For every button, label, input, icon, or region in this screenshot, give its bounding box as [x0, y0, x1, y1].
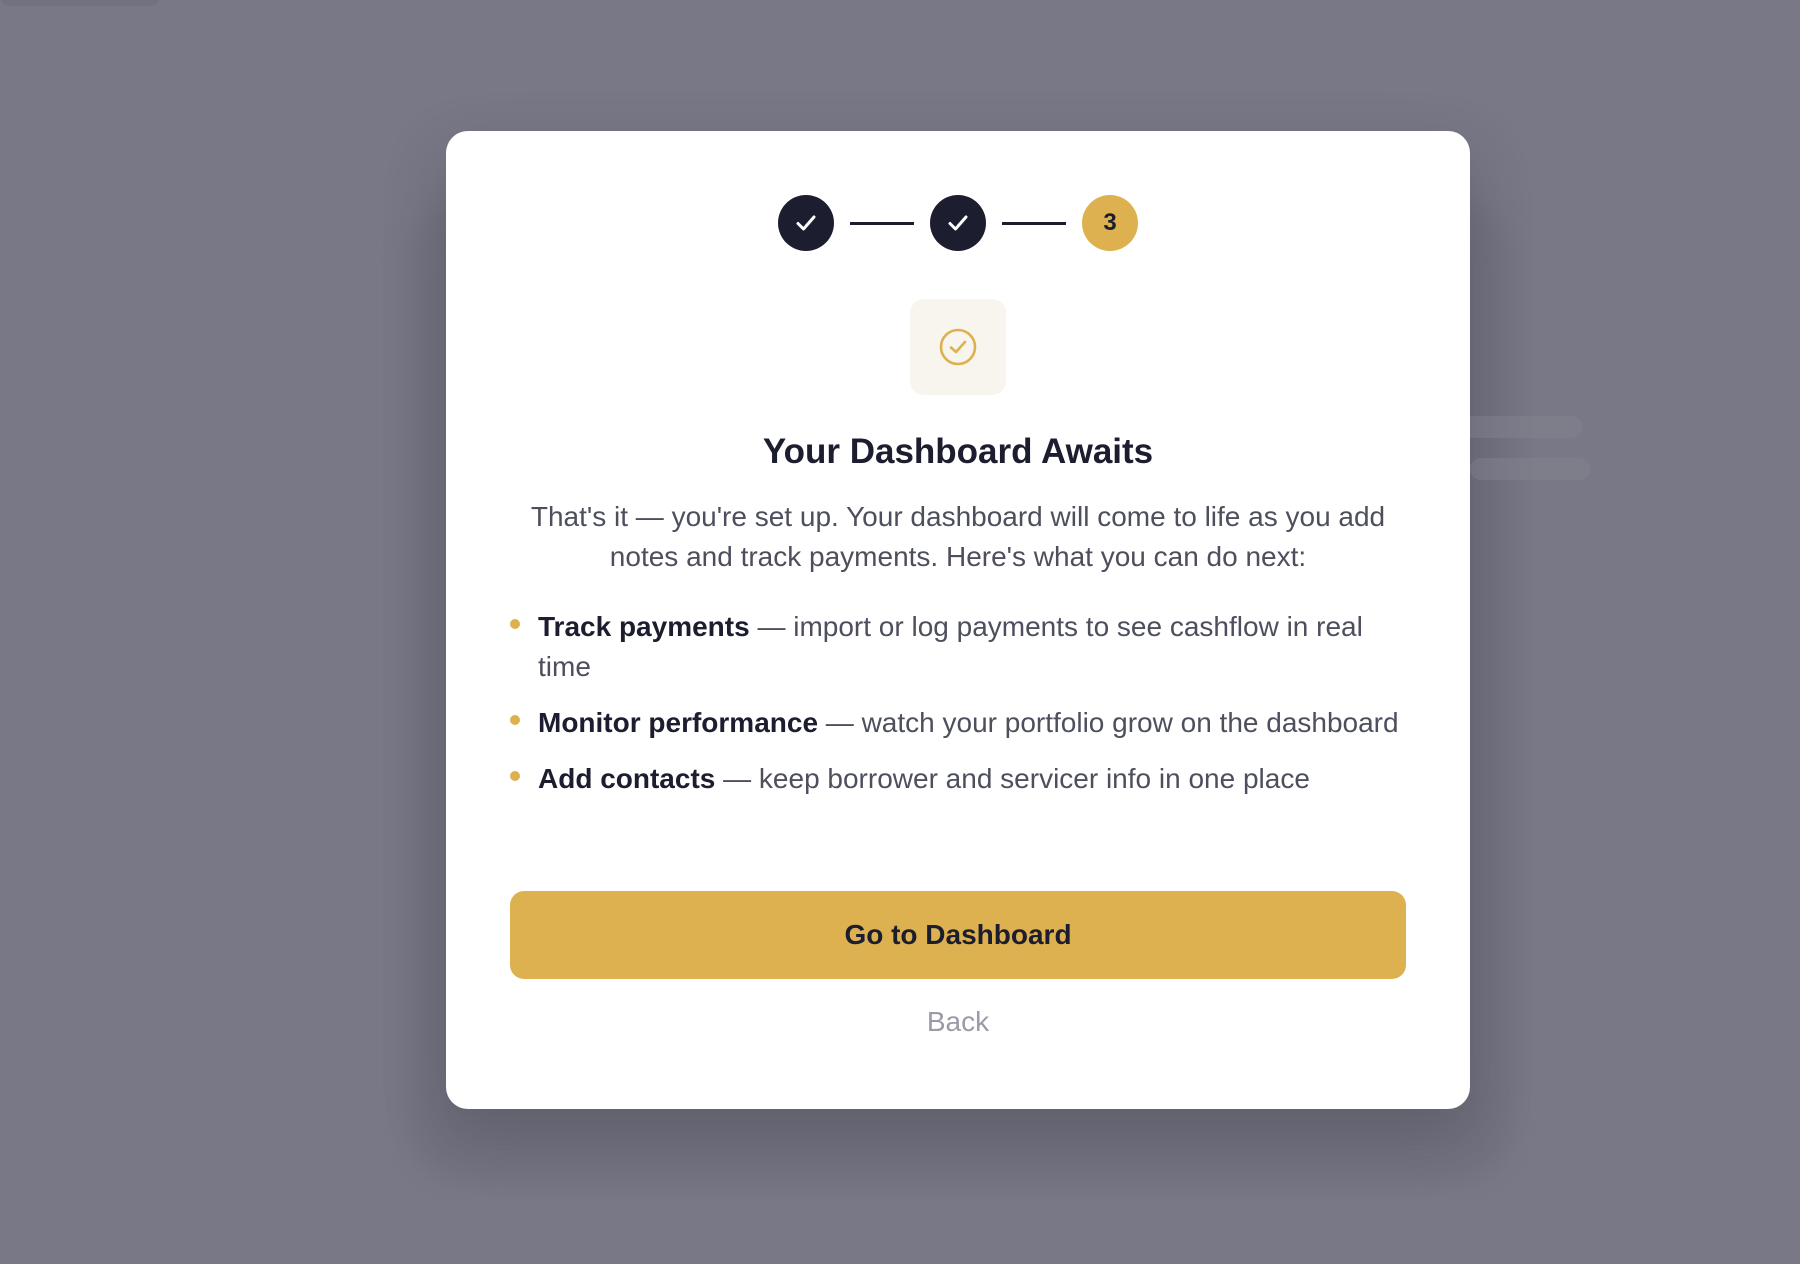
feature-title: Monitor performance: [538, 707, 819, 738]
step-connector: [1002, 222, 1066, 225]
success-icon-tile: [910, 299, 1006, 395]
feature-title: Add contacts: [538, 763, 716, 794]
bullet-dot: [510, 715, 520, 725]
modal-title: Your Dashboard Awaits: [762, 432, 1154, 471]
step-2-complete: [930, 195, 986, 251]
step-number: 3: [1103, 209, 1117, 236]
list-item: Track payments — import or log payments …: [510, 607, 1406, 687]
feature-description: — watch your portfolio grow on the dashb…: [818, 707, 1399, 738]
step-1-complete: [778, 195, 834, 251]
onboarding-modal: 3 Your Dashboard Awaits That's it — you'…: [446, 131, 1470, 1109]
check-icon: [796, 215, 816, 231]
modal-subtitle: That's it — you're set up. Your dashboar…: [530, 501, 1386, 572]
bullet-dot: [510, 771, 520, 781]
next-steps-list: Track payments — import or log payments …: [510, 607, 1406, 815]
feature-title: Track payments: [538, 611, 750, 642]
bullet-dot: [510, 619, 520, 629]
go-to-dashboard-button[interactable]: Go to Dashboard: [510, 891, 1406, 979]
list-item: Add contacts — keep borrower and service…: [510, 759, 1406, 799]
check-circle-icon: [939, 328, 977, 366]
background-text-blur: [1462, 416, 1582, 438]
background-text-blur: [1470, 458, 1590, 480]
list-item: Monitor performance — watch your portfol…: [510, 703, 1406, 743]
background-header-blur: [0, 0, 160, 6]
check-icon: [948, 215, 968, 231]
step-connector: [850, 222, 914, 225]
step-3-current: 3: [1082, 195, 1138, 251]
progress-stepper: 3: [446, 195, 1470, 253]
back-button[interactable]: Back: [446, 1005, 1470, 1039]
feature-description: — keep borrower and servicer info in one…: [715, 763, 1310, 794]
